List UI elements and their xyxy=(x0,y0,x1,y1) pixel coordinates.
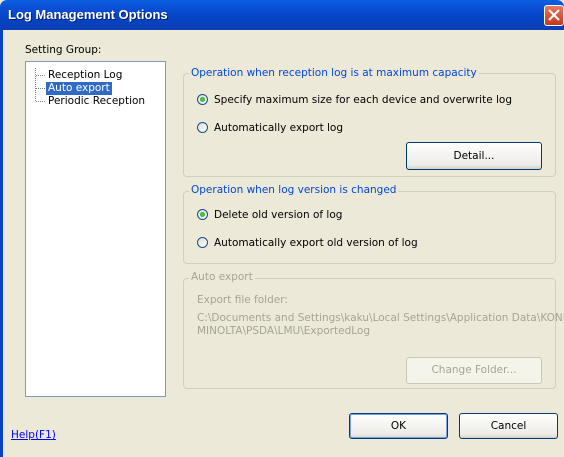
ok-button[interactable]: OK xyxy=(349,413,448,439)
tree-item-reception-log[interactable]: Reception Log xyxy=(46,69,124,82)
title-bar[interactable]: Log Management Options xyxy=(0,0,564,30)
radio-overwrite-log[interactable] xyxy=(197,94,208,105)
radio-export-old-log[interactable] xyxy=(197,237,208,248)
help-link[interactable]: Help(F1) xyxy=(11,429,56,441)
setting-group-label: Setting Group: xyxy=(25,44,102,56)
auto-export-legend: Auto export xyxy=(189,271,255,283)
version-changed-legend: Operation when log version is changed xyxy=(189,184,399,196)
export-log-label[interactable]: Automatically export log xyxy=(214,122,343,134)
detail-button[interactable]: Detail... xyxy=(406,142,542,170)
export-folder-path-line1: C:\Documents and Settings\kaku\Local Set… xyxy=(197,312,564,324)
window-frame xyxy=(0,30,3,457)
close-button[interactable] xyxy=(544,5,564,26)
tree-item-periodic-reception[interactable]: Periodic Reception xyxy=(46,95,147,108)
cancel-button[interactable]: Cancel xyxy=(459,413,558,439)
overwrite-log-label[interactable]: Specify maximum size for each device and… xyxy=(214,94,512,106)
window-title: Log Management Options xyxy=(8,7,168,22)
version-changed-group xyxy=(183,191,556,264)
max-capacity-legend: Operation when reception log is at maxim… xyxy=(189,67,479,79)
radio-delete-old-log[interactable] xyxy=(197,209,208,220)
change-folder-button[interactable]: Change Folder... xyxy=(406,357,542,384)
export-folder-path-line2: MINOLTA\PSDA\LMU\ExportedLog xyxy=(197,325,370,337)
close-icon xyxy=(548,9,560,21)
export-old-log-label[interactable]: Automatically export old version of log xyxy=(214,237,418,249)
export-folder-label: Export file folder: xyxy=(197,294,288,306)
setting-group-tree[interactable]: Reception Log Auto export Periodic Recep… xyxy=(25,61,166,397)
delete-old-log-label[interactable]: Delete old version of log xyxy=(214,209,342,221)
radio-export-log[interactable] xyxy=(197,122,208,133)
tree-item-auto-export[interactable]: Auto export xyxy=(46,82,112,95)
